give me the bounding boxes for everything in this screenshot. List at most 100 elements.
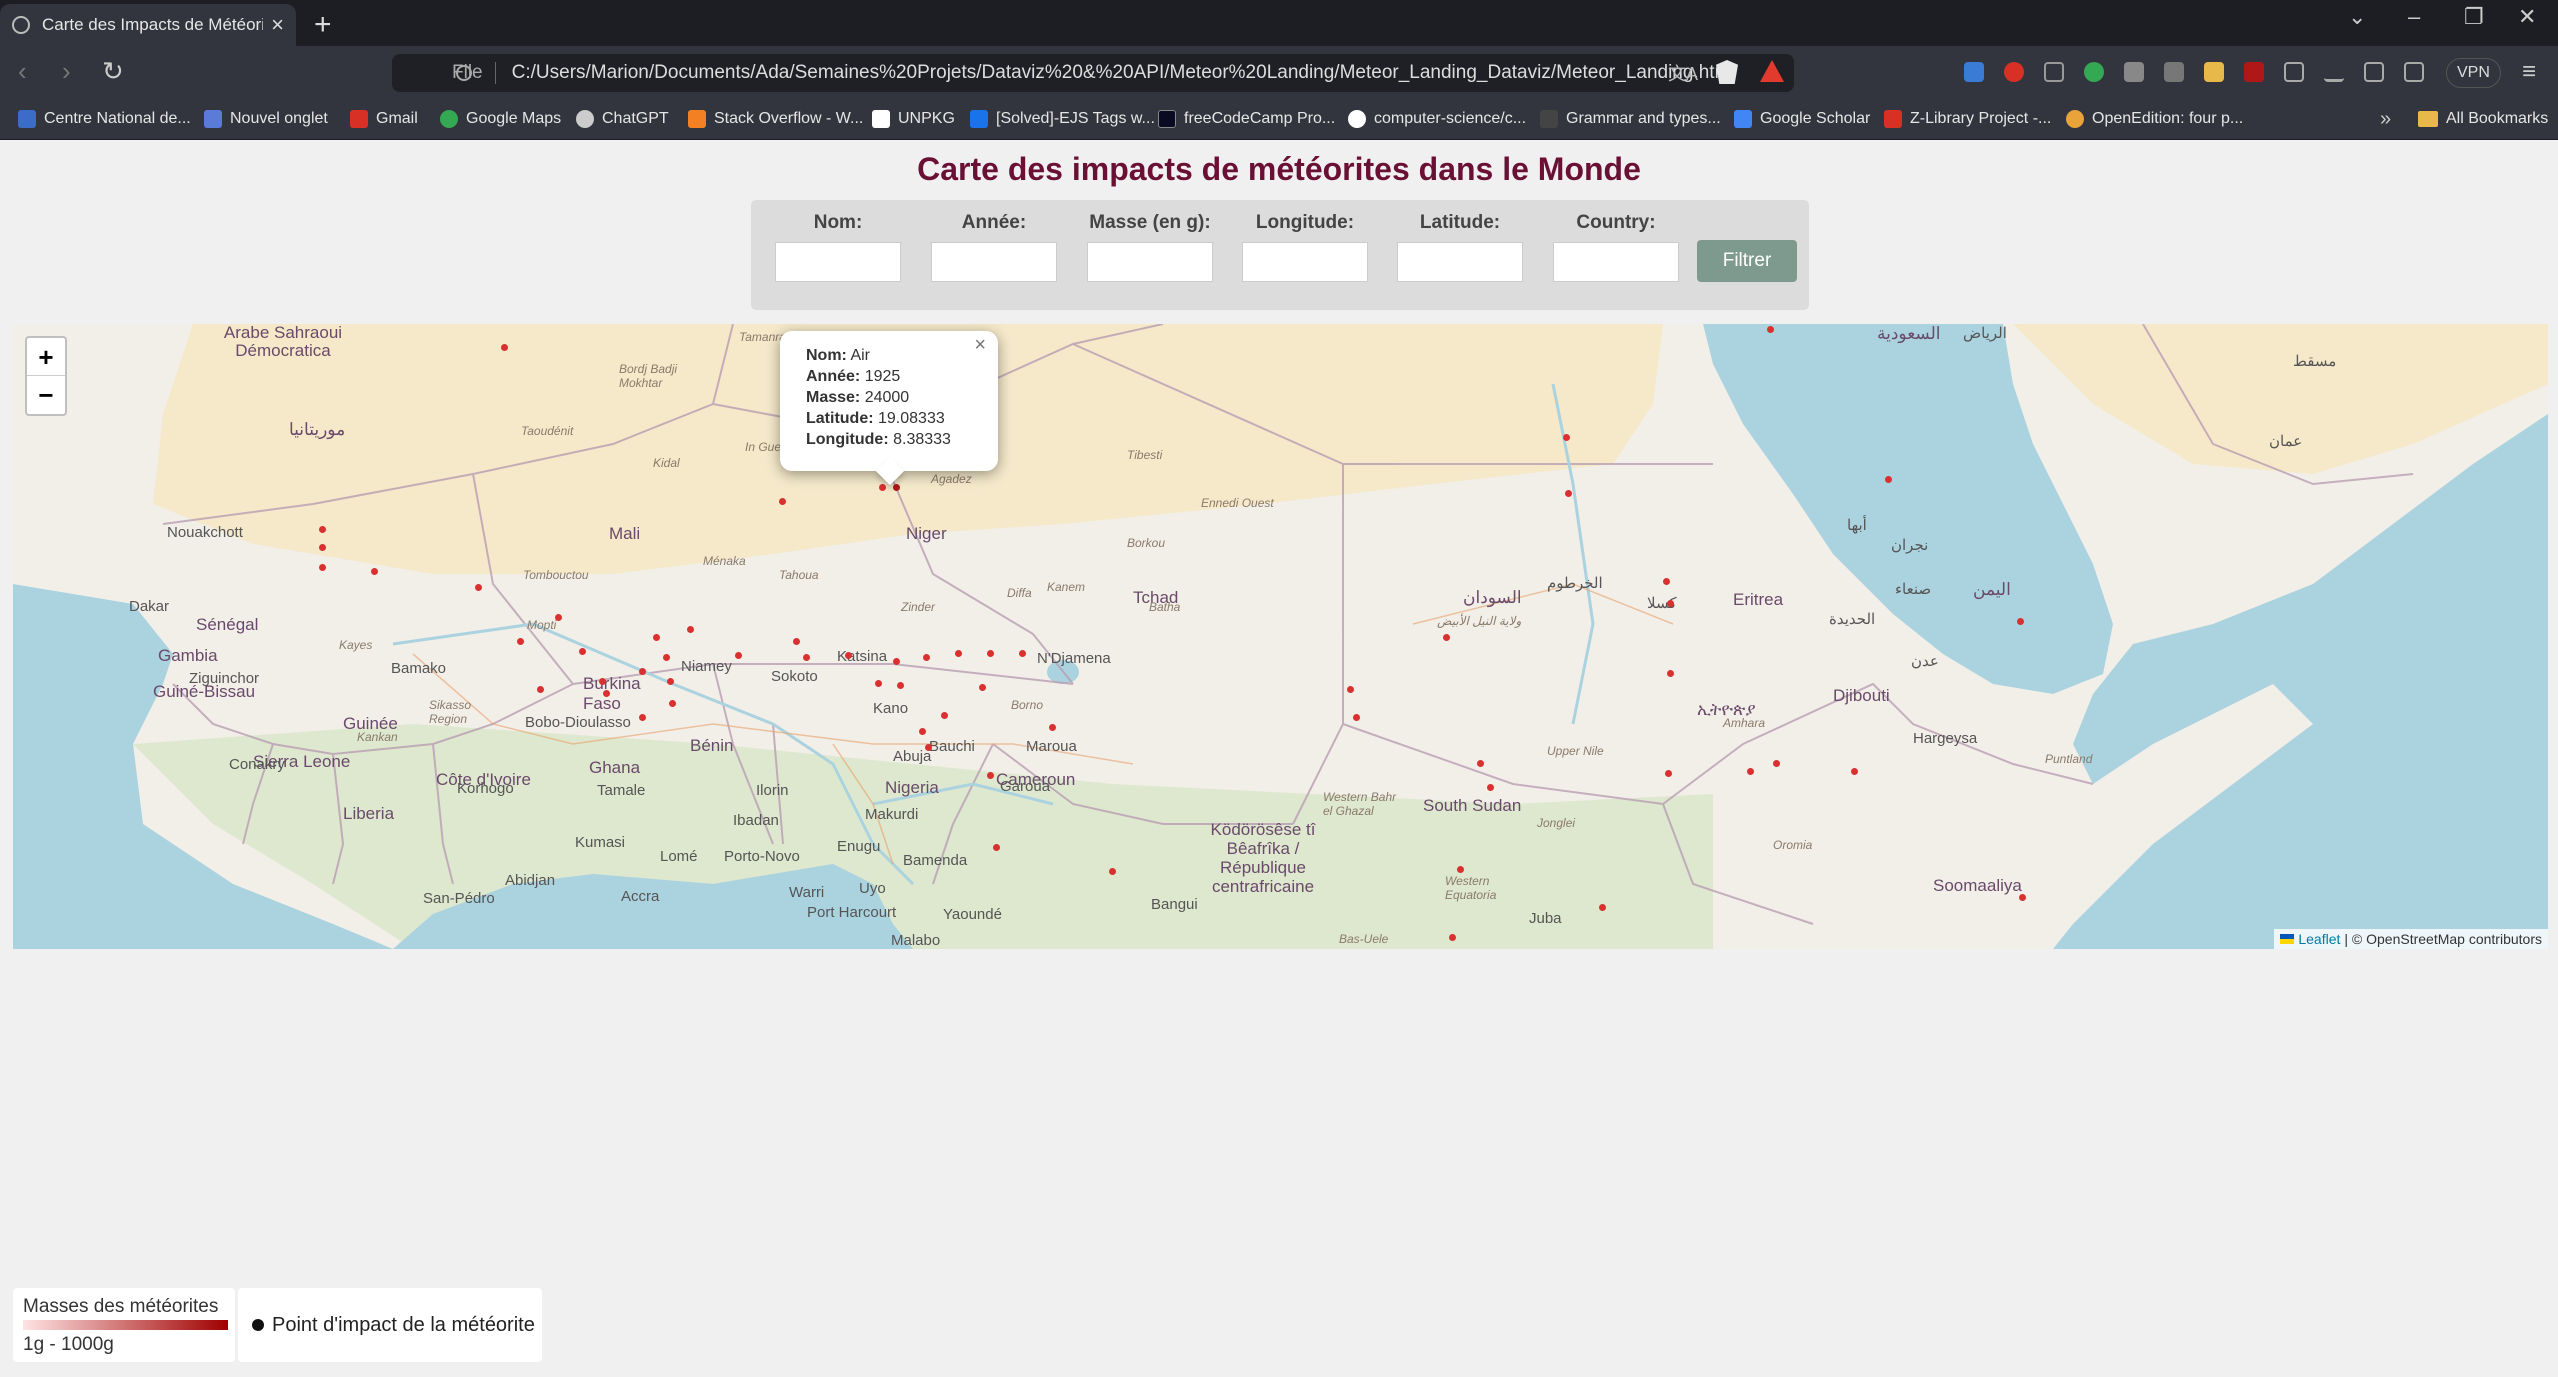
- all-bookmarks-button[interactable]: All Bookmarks: [2418, 110, 2548, 128]
- impact-marker[interactable]: [941, 712, 948, 719]
- vpn-button[interactable]: VPN: [2446, 58, 2501, 88]
- impact-marker[interactable]: [599, 678, 606, 685]
- bookmark-item[interactable]: Z-Library Project -...: [1884, 110, 2051, 128]
- bookmark-item[interactable]: Gmail: [350, 110, 418, 128]
- folder-icon[interactable]: [2204, 62, 2224, 82]
- impact-marker[interactable]: [925, 744, 932, 751]
- impact-marker[interactable]: [955, 650, 962, 657]
- bookmark-item[interactable]: OpenEdition: four p...: [2066, 110, 2243, 128]
- impact-marker[interactable]: [1885, 476, 1892, 483]
- impact-marker[interactable]: [1767, 326, 1774, 333]
- zoom-in-button[interactable]: +: [27, 338, 65, 376]
- back-icon[interactable]: ‹: [18, 56, 27, 87]
- impact-marker[interactable]: [475, 584, 482, 591]
- impact-marker[interactable]: [517, 638, 524, 645]
- annee-input[interactable]: [931, 242, 1057, 282]
- impact-marker[interactable]: [1667, 670, 1674, 677]
- impact-marker[interactable]: [667, 678, 674, 685]
- close-tab-icon[interactable]: ×: [271, 12, 284, 38]
- impact-marker[interactable]: [1851, 768, 1858, 775]
- meteorite-map[interactable]: Mali Niger Tchad Nigeria Sénégal Gambia …: [13, 324, 2548, 949]
- minimize-button[interactable]: –: [2408, 4, 2420, 30]
- impact-marker[interactable]: [1109, 868, 1116, 875]
- impact-marker[interactable]: [987, 650, 994, 657]
- impact-marker[interactable]: [1663, 578, 1670, 585]
- impact-marker[interactable]: [979, 684, 986, 691]
- reload-icon[interactable]: ↻: [102, 56, 124, 87]
- impact-marker[interactable]: [687, 626, 694, 633]
- impact-marker[interactable]: [1563, 434, 1570, 441]
- ublock-icon[interactable]: [2244, 62, 2264, 82]
- translate-icon[interactable]: 文A: [1668, 60, 1698, 86]
- impact-marker[interactable]: [371, 568, 378, 575]
- impact-marker[interactable]: [2019, 894, 2026, 901]
- impact-marker[interactable]: [1667, 600, 1674, 607]
- impact-marker[interactable]: [845, 652, 852, 659]
- impact-marker[interactable]: [1443, 634, 1450, 641]
- extension-icon[interactable]: [2164, 62, 2184, 82]
- extension-icon[interactable]: [2004, 62, 2024, 82]
- impact-marker[interactable]: [735, 652, 742, 659]
- impact-marker[interactable]: [1347, 686, 1354, 693]
- extension-icon[interactable]: [2124, 62, 2144, 82]
- impact-marker[interactable]: [653, 634, 660, 641]
- impact-marker[interactable]: [1457, 866, 1464, 873]
- impact-marker[interactable]: [1773, 760, 1780, 767]
- selected-impact-marker[interactable]: [893, 484, 900, 491]
- bookmark-item[interactable]: Google Maps: [440, 110, 561, 128]
- impact-marker[interactable]: [879, 484, 886, 491]
- more-bookmarks-icon[interactable]: »: [2380, 108, 2391, 131]
- bookmark-item[interactable]: Nouvel onglet: [204, 110, 328, 128]
- forward-icon[interactable]: ›: [62, 56, 71, 87]
- impact-marker[interactable]: [1665, 770, 1672, 777]
- leaflet-link[interactable]: Leaflet: [2298, 931, 2340, 947]
- impact-marker[interactable]: [987, 772, 994, 779]
- impact-marker[interactable]: [1747, 768, 1754, 775]
- bookmark-item[interactable]: Google Scholar: [1734, 110, 1870, 128]
- bookmark-item[interactable]: computer-science/c...: [1348, 110, 1526, 128]
- impact-marker[interactable]: [501, 344, 508, 351]
- popup-close-icon[interactable]: ×: [974, 335, 986, 356]
- impact-marker[interactable]: [1487, 784, 1494, 791]
- masse-input[interactable]: [1087, 242, 1213, 282]
- impact-marker[interactable]: [897, 682, 904, 689]
- address-bar[interactable]: File C:/Users/Marion/Documents/Ada/Semai…: [392, 54, 1794, 92]
- impact-marker[interactable]: [2017, 618, 2024, 625]
- impact-marker[interactable]: [1565, 490, 1572, 497]
- impact-marker[interactable]: [319, 526, 326, 533]
- impact-marker[interactable]: [793, 638, 800, 645]
- extension-icon[interactable]: [2044, 62, 2064, 82]
- impact-marker[interactable]: [1599, 904, 1606, 911]
- nom-input[interactable]: [775, 242, 901, 282]
- bookmark-item[interactable]: Grammar and types...: [1540, 110, 1721, 128]
- impact-marker[interactable]: [639, 668, 646, 675]
- impact-marker[interactable]: [319, 544, 326, 551]
- impact-marker[interactable]: [779, 498, 786, 505]
- impact-marker[interactable]: [1353, 714, 1360, 721]
- puzzle-icon[interactable]: [2284, 62, 2304, 82]
- filter-button[interactable]: Filtrer: [1697, 240, 1797, 282]
- latitude-input[interactable]: [1397, 242, 1523, 282]
- bookmark-item[interactable]: Centre National de...: [18, 110, 191, 128]
- bookmark-item[interactable]: UNPKG: [872, 110, 955, 128]
- country-input[interactable]: [1553, 242, 1679, 282]
- impact-marker[interactable]: [537, 686, 544, 693]
- extension-icon[interactable]: [1964, 62, 1984, 82]
- longitude-input[interactable]: [1242, 242, 1368, 282]
- impact-marker[interactable]: [669, 700, 676, 707]
- zoom-out-button[interactable]: −: [27, 376, 65, 414]
- impact-marker[interactable]: [1449, 934, 1456, 941]
- browser-tab[interactable]: Carte des Impacts de Météorite ×: [0, 4, 296, 46]
- impact-marker[interactable]: [1477, 760, 1484, 767]
- bookmark-item[interactable]: [Solved]-EJS Tags w...: [970, 110, 1155, 128]
- extension-icon[interactable]: [2084, 62, 2104, 82]
- sidebar-icon[interactable]: [2364, 62, 2384, 82]
- impact-marker[interactable]: [919, 728, 926, 735]
- impact-marker[interactable]: [1019, 650, 1026, 657]
- impact-marker[interactable]: [319, 564, 326, 571]
- info-icon[interactable]: [456, 65, 472, 81]
- download-icon[interactable]: [2324, 62, 2344, 82]
- impact-marker[interactable]: [603, 690, 610, 697]
- bookmark-item[interactable]: freeCodeCamp Pro...: [1158, 110, 1335, 128]
- bookmark-item[interactable]: ChatGPT: [576, 110, 669, 128]
